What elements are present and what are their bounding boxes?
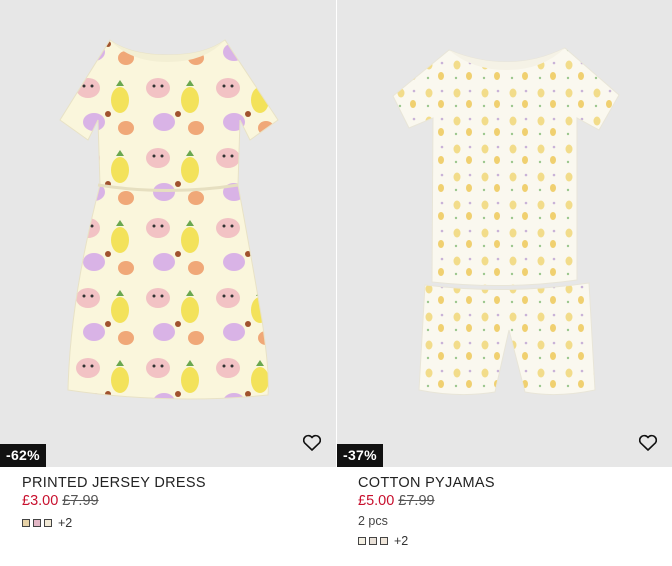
price-row: £5.00 £7.99 — [358, 492, 662, 510]
dress-illustration — [59, 39, 279, 400]
more-colors-count: +2 — [58, 516, 73, 530]
color-swatch[interactable] — [369, 537, 377, 545]
piece-count: 2 pcs — [358, 514, 388, 528]
original-price: £7.99 — [62, 493, 99, 509]
pyjamas-illustration — [392, 47, 620, 396]
product-title[interactable]: COTTON PYJAMAS — [358, 474, 662, 492]
sale-price: £5.00 — [358, 493, 395, 509]
color-swatches: +2 — [358, 534, 662, 548]
color-swatch[interactable] — [22, 519, 30, 527]
discount-badge: -62% — [0, 444, 46, 467]
price-row: £3.00 £7.99 — [22, 492, 326, 510]
color-swatch[interactable] — [44, 519, 52, 527]
favourite-heart-icon[interactable] — [638, 434, 658, 452]
sale-price: £3.00 — [22, 493, 59, 509]
product-image[interactable]: -62% — [0, 0, 336, 467]
color-swatches: +2 — [22, 516, 326, 530]
product-card[interactable]: -37% COTTON PYJAMAS £5.00 £7.99 2 pcs +2 — [336, 0, 672, 566]
original-price: £7.99 — [398, 493, 435, 509]
product-card[interactable]: -62% PRINTED JERSEY DRESS £3.00 £7.99 +2 — [0, 0, 336, 566]
favourite-heart-icon[interactable] — [302, 434, 322, 452]
product-title[interactable]: PRINTED JERSEY DRESS — [22, 474, 326, 492]
product-image[interactable]: -37% — [337, 0, 672, 467]
discount-badge: -37% — [337, 444, 383, 467]
color-swatch[interactable] — [358, 537, 366, 545]
color-swatch[interactable] — [380, 537, 388, 545]
color-swatch[interactable] — [33, 519, 41, 527]
more-colors-count: +2 — [394, 534, 409, 548]
